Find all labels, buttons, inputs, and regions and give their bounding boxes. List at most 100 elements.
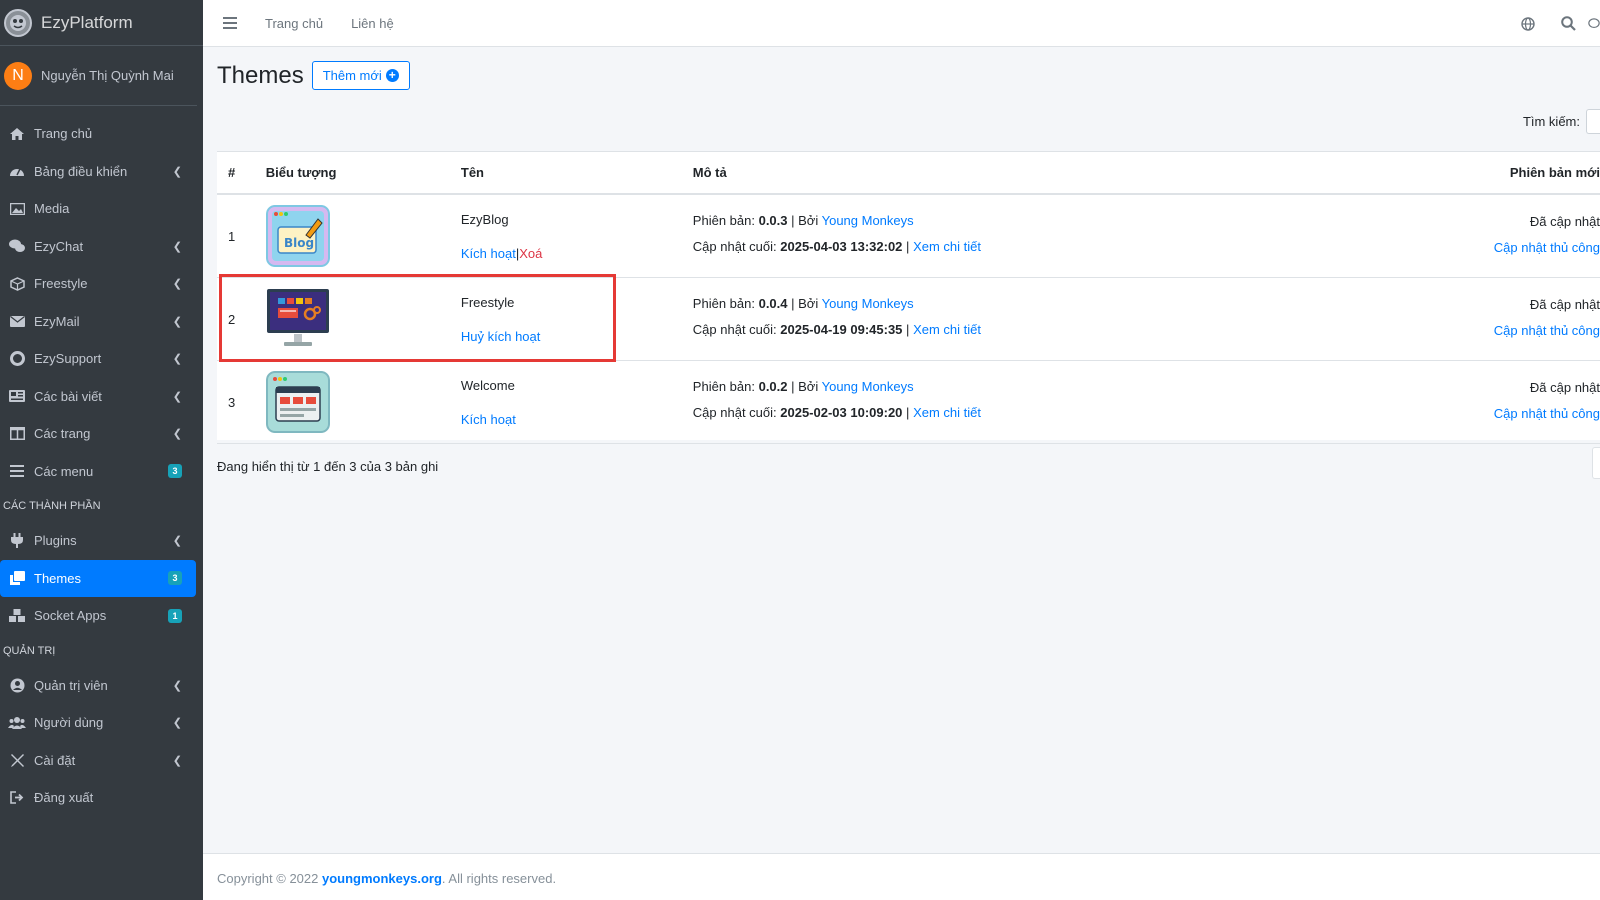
row-name-cell: Freestyle Huỷ kích hoạt [449, 277, 682, 361]
sidebar-item-posts[interactable]: Các bài viết ❮ [0, 378, 196, 416]
row-icon-cell: Blog [254, 194, 450, 278]
sidebar-item-home[interactable]: Trang chủ [0, 115, 196, 153]
updated-label: Cập nhật cuối: [692, 239, 777, 254]
sidebar-item-ezysupport[interactable]: EzySupport ❮ [0, 340, 196, 378]
sidebar-item-dashboard[interactable]: Bảng điều khiển ❮ [0, 153, 196, 191]
activate-link[interactable]: Kích hoạt [461, 412, 516, 427]
manual-update-link[interactable]: Cập nhật thủ công [1494, 323, 1600, 338]
top-link-home[interactable]: Trang chủ [265, 16, 323, 31]
delete-link[interactable]: Xoá [519, 246, 542, 261]
sidebar-item-menus[interactable]: Các menu 3 [0, 453, 196, 491]
update-status: Đã cập nhật [1529, 214, 1600, 229]
page-header: Themes Thêm mới + [217, 61, 410, 90]
plus-circle-icon: + [385, 69, 399, 82]
count-badge: 3 [168, 464, 182, 479]
row-icon-cell [254, 277, 450, 361]
sidebar-item-plugins[interactable]: Plugins ❮ [0, 522, 196, 560]
manual-update-link[interactable]: Cập nhật thủ công [1494, 240, 1600, 255]
hamburger-menu-icon[interactable] [223, 17, 237, 29]
search-input[interactable] [1586, 109, 1600, 134]
author-link[interactable]: Young Monkeys [822, 379, 914, 394]
row-update-cell: Đã cập nhật Cập nhật thủ công [1482, 194, 1600, 278]
view-detail-link[interactable]: Xem chi tiết [913, 405, 981, 420]
user-panel[interactable]: N Nguyễn Thị Quỳnh Mai [0, 46, 197, 106]
comment-icon[interactable] [1588, 17, 1600, 31]
row-update-cell: Đã cập nhật Cập nhật thủ công [1482, 277, 1600, 361]
table-row: 3 Welcome Kích hoạt Phiên bản: 0.0.2 | B [217, 360, 1600, 444]
row-desc-cell: Phiên bản: 0.0.3 | Bởi Young Monkeys Cập… [681, 194, 1483, 278]
view-detail-link[interactable]: Xem chi tiết [913, 239, 981, 254]
users-icon [8, 715, 26, 731]
page-title: Themes [217, 61, 304, 89]
count-badge: 3 [168, 571, 182, 586]
view-detail-link[interactable]: Xem chi tiết [913, 322, 981, 337]
user-name[interactable]: Nguyễn Thị Quỳnh Mai [41, 68, 174, 83]
sign-out-icon [8, 790, 26, 806]
cubes-icon [8, 608, 26, 624]
top-link-contact[interactable]: Liên hệ [351, 16, 394, 31]
version-value: 0.0.4 [758, 295, 788, 311]
row-num: 2 [217, 277, 255, 361]
sidebar-item-label: Media [34, 201, 70, 217]
chat-icon [8, 238, 26, 254]
author-link[interactable]: Young Monkeys [822, 296, 914, 311]
pagination[interactable] [1592, 447, 1600, 479]
add-new-button[interactable]: Thêm mới + [311, 61, 410, 90]
tools-icon [8, 752, 26, 768]
home-icon [8, 126, 26, 142]
welcome-theme-icon [265, 370, 330, 433]
author-link[interactable]: Young Monkeys [822, 213, 914, 228]
cube-icon [8, 276, 26, 292]
header-update[interactable]: Phiên bản mới [1482, 152, 1600, 195]
table-header-row: # Biểu tượng Tên Mô tả Phiên bản mới [217, 152, 1600, 195]
sidebar-item-label: Themes [34, 570, 81, 586]
header-num[interactable]: # [217, 152, 255, 195]
sidebar-item-admins[interactable]: Quản trị viên ❮ [0, 667, 196, 705]
header-name[interactable]: Tên [449, 152, 682, 195]
chevron-left-icon: ❮ [172, 353, 182, 366]
header-icon[interactable]: Biểu tượng [254, 152, 450, 195]
theme-name: Welcome [460, 377, 515, 393]
updated-value: 2025-04-19 09:45:35 [780, 321, 903, 337]
envelope-icon [8, 313, 26, 329]
chevron-left-icon: ❮ [172, 240, 182, 253]
table-row: 2 Freestyle Huỷ kích hoạt Phiên bản: 0.0 [217, 277, 1600, 361]
chevron-left-icon: ❮ [172, 278, 182, 291]
sidebar-item-freestyle[interactable]: Freestyle ❮ [0, 265, 196, 303]
update-status: Đã cập nhật [1529, 379, 1600, 395]
footer-link[interactable]: youngmonkeys.org [322, 871, 442, 886]
sidebar-item-label: Các trang [34, 426, 91, 442]
search-area: Tìm kiếm: [1523, 109, 1600, 134]
themes-table-card: # Biểu tượng Tên Mô tả Phiên bản mới 1 B… [217, 151, 1600, 444]
sidebar-item-label: Quản trị viên [34, 677, 108, 693]
blog-theme-icon: Blog [265, 205, 330, 267]
sidebar-item-users[interactable]: Người dùng ❮ [0, 704, 196, 742]
brand[interactable]: EzyPlatform [0, 0, 203, 46]
sidebar-item-ezymail[interactable]: EzyMail ❮ [0, 303, 196, 341]
sidebar-item-pages[interactable]: Các trang ❮ [0, 415, 196, 453]
globe-icon[interactable] [1508, 16, 1548, 31]
search-icon[interactable] [1548, 16, 1588, 31]
sidebar-item-media[interactable]: Media [0, 190, 196, 228]
sidebar-item-socket-apps[interactable]: Socket Apps 1 [0, 597, 196, 635]
version-label: Phiên bản: [692, 295, 755, 311]
deactivate-link[interactable]: Huỷ kích hoạt [461, 329, 541, 344]
detail-separator: | [906, 321, 910, 337]
detail-separator: | [906, 239, 910, 254]
sidebar: EzyPlatform N Nguyễn Thị Quỳnh Mai Trang… [0, 0, 203, 900]
row-actions: Kích hoạt|Xoá [461, 246, 671, 261]
activate-link[interactable]: Kích hoạt [461, 246, 516, 261]
sidebar-item-settings[interactable]: Cài đặt ❮ [0, 742, 196, 780]
sidebar-item-ezychat[interactable]: EzyChat ❮ [0, 228, 196, 266]
row-desc-cell: Phiên bản: 0.0.2 | Bởi Young Monkeys Cập… [681, 360, 1483, 444]
header-desc[interactable]: Mô tả [681, 152, 1483, 195]
update-status: Đã cập nhật [1529, 296, 1600, 312]
sidebar-item-themes[interactable]: Themes 3 [0, 559, 196, 597]
avatar: N [4, 61, 32, 90]
chevron-left-icon: ❮ [172, 754, 182, 767]
columns-icon [8, 426, 26, 442]
manual-update-link[interactable]: Cập nhật thủ công [1494, 406, 1600, 421]
table-info: Đang hiển thị từ 1 đến 3 của 3 bản ghi [217, 459, 439, 474]
sidebar-item-logout[interactable]: Đăng xuất [0, 779, 196, 817]
footer: Copyright © 2022 youngmonkeys.org. All r… [203, 853, 1600, 900]
